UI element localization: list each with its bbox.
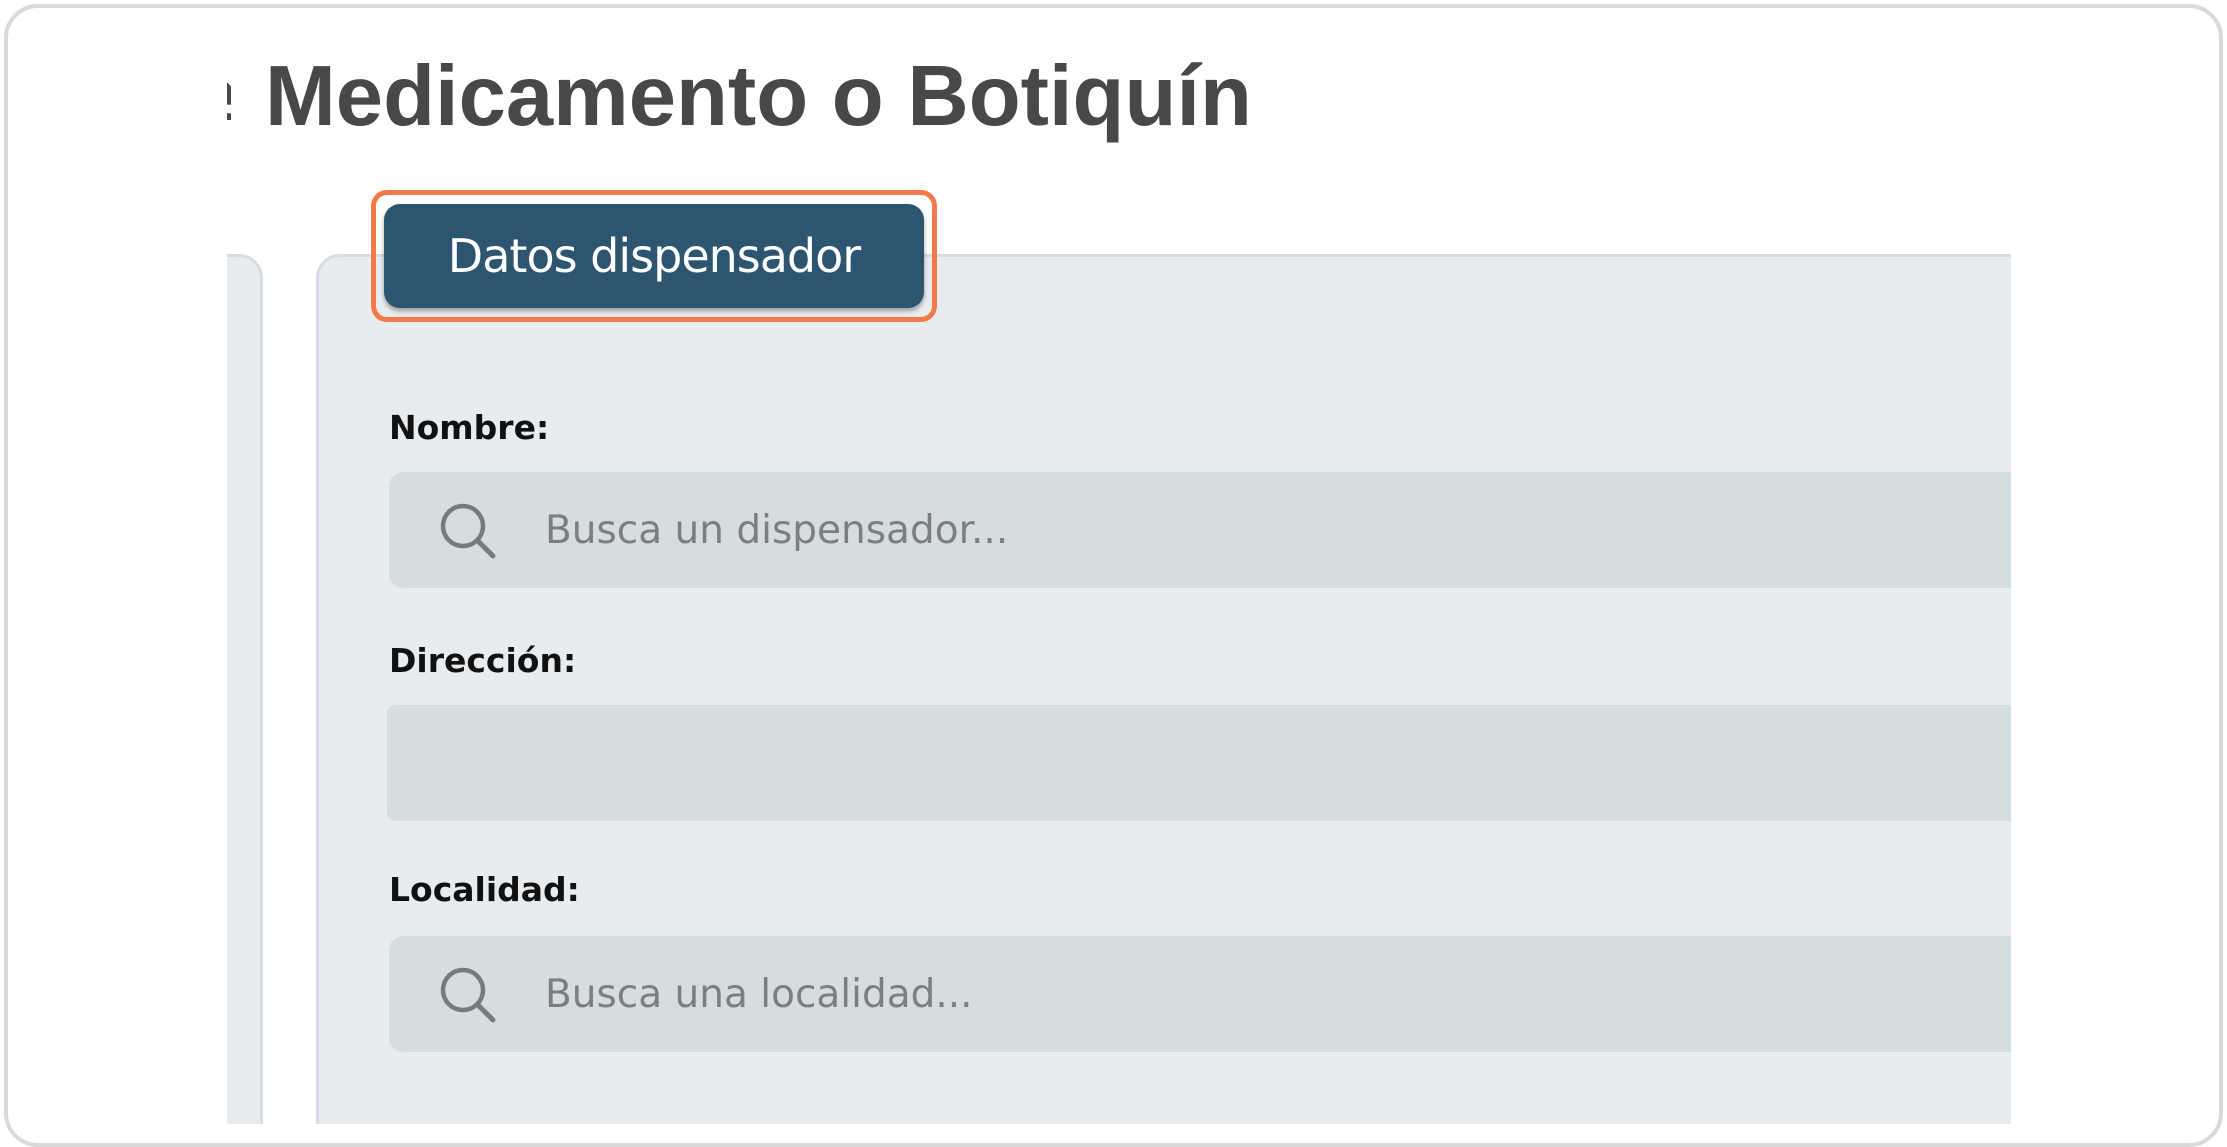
- nombre-label: Nombre:: [389, 408, 550, 447]
- nombre-search-input[interactable]: [545, 472, 1995, 588]
- localidad-label: Localidad:: [389, 870, 580, 909]
- app-viewport: e Medicamento o Botiquín Datos dispensad…: [227, 8, 2011, 1124]
- left-side-panel: [227, 254, 263, 1124]
- direccion-field[interactable]: [387, 705, 2011, 823]
- search-icon: [440, 503, 496, 559]
- search-icon: [440, 967, 496, 1023]
- localidad-search-field[interactable]: [389, 936, 2011, 1052]
- direccion-label: Dirección:: [389, 641, 577, 680]
- localidad-search-input[interactable]: [545, 936, 1995, 1052]
- screenshot-frame: e Medicamento o Botiquín Datos dispensad…: [4, 4, 2223, 1147]
- nombre-search-field[interactable]: [389, 472, 2011, 588]
- tab-datos-dispensador[interactable]: Datos dispensador: [384, 204, 924, 308]
- title-clipped-prefix: e: [227, 60, 231, 120]
- page-title: Medicamento o Botiquín: [265, 49, 1252, 144]
- direccion-input[interactable]: [387, 705, 2011, 823]
